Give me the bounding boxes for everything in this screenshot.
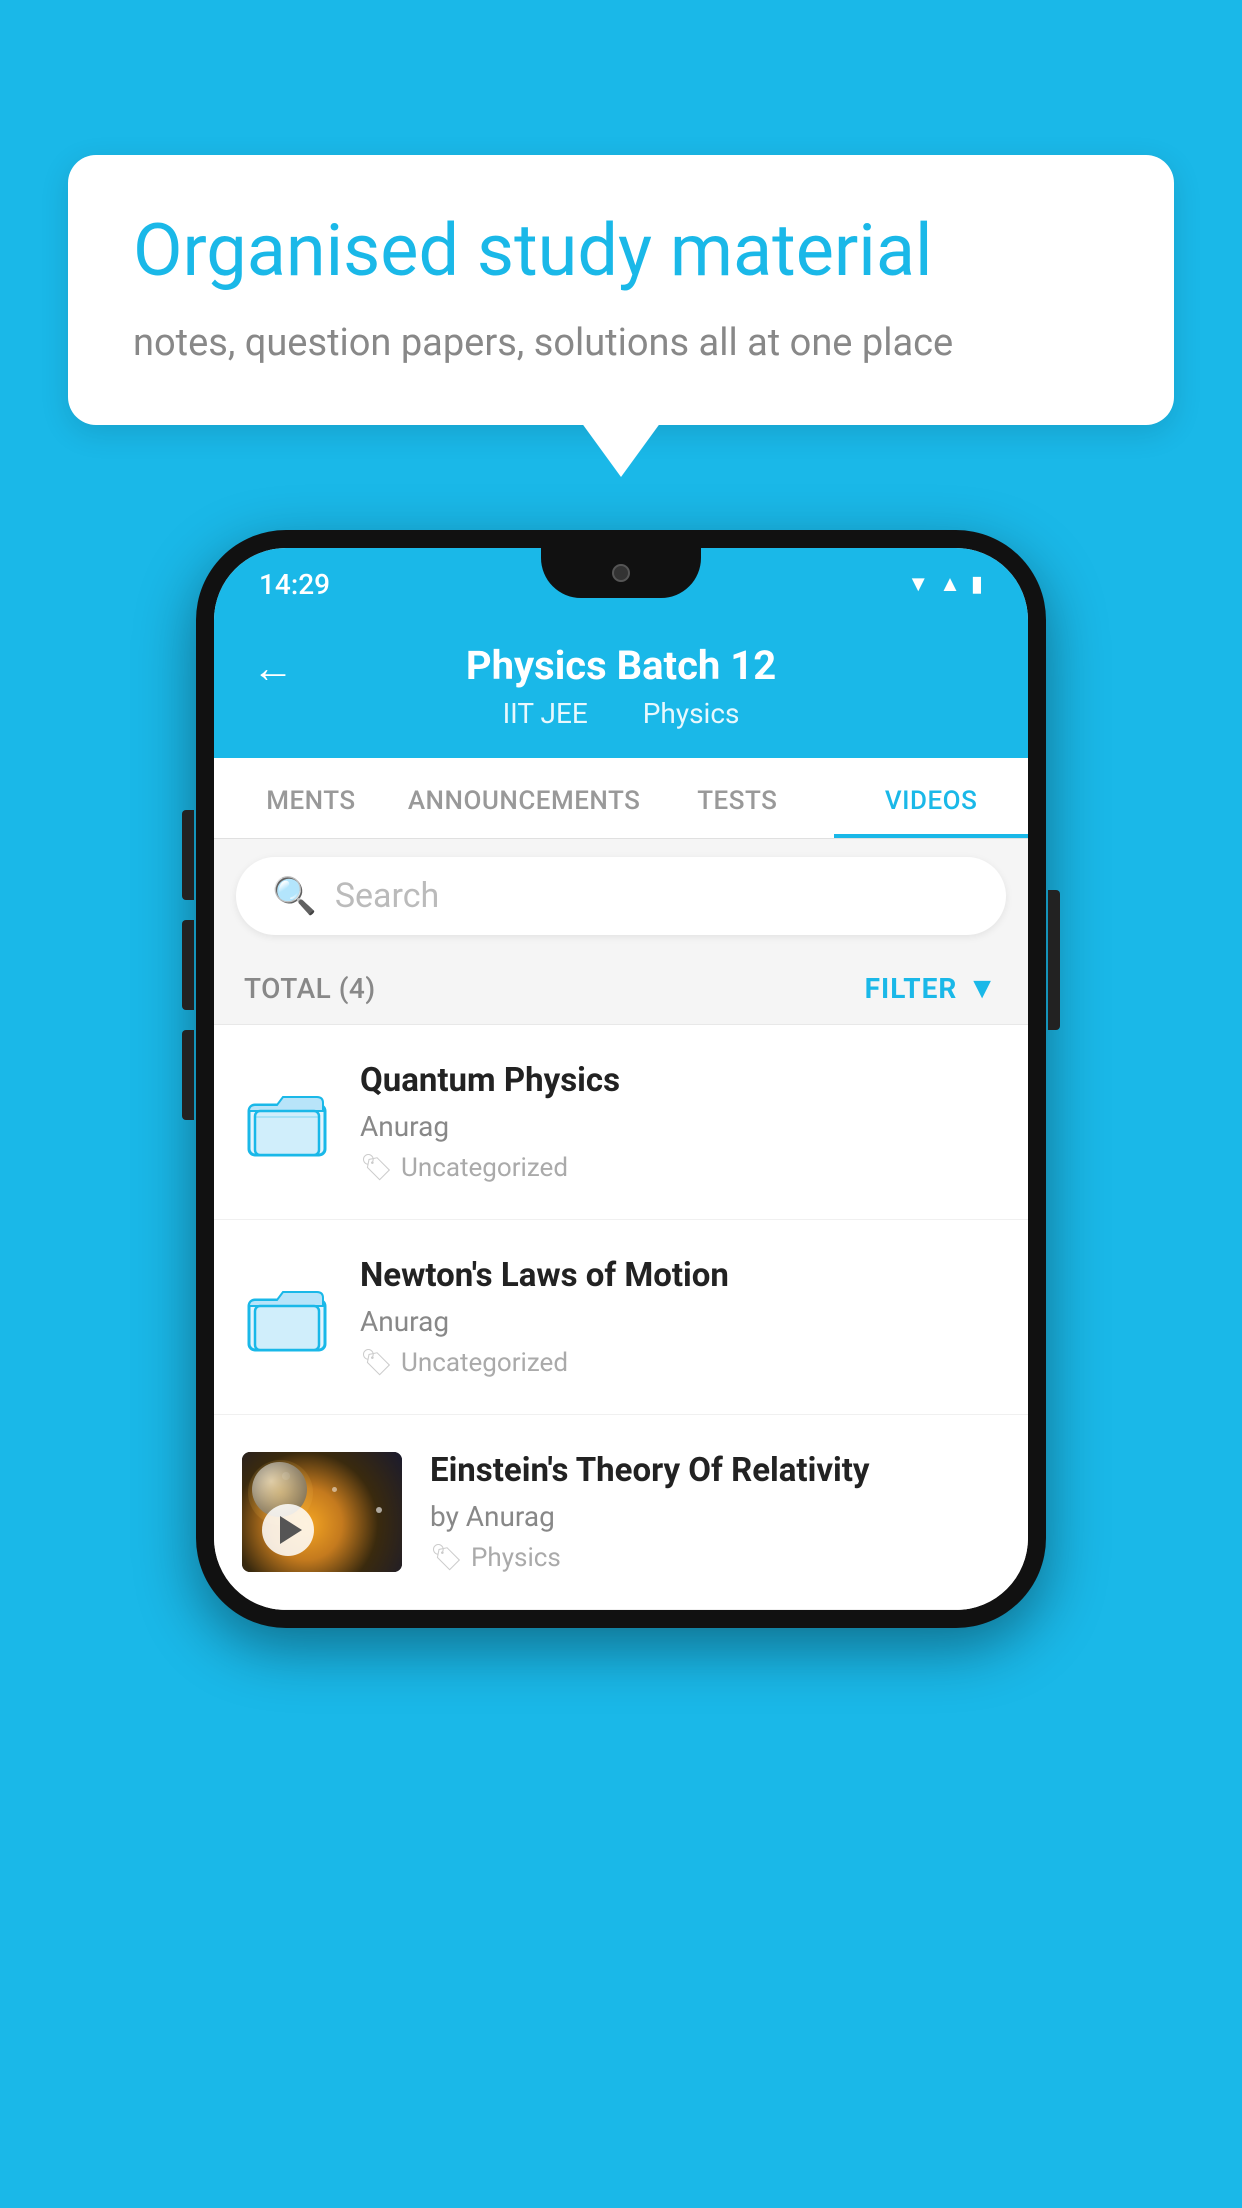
- search-placeholder: Search: [335, 876, 439, 916]
- video-tag: 🏷 Uncategorized: [360, 1153, 1000, 1183]
- thumb-background: [242, 1452, 402, 1572]
- phone-screen: 14:29 ▼ ▲ ▮ ← Physics Batch 12 IIT JEE P…: [214, 548, 1028, 1610]
- notch: [541, 548, 701, 598]
- list-item[interactable]: Quantum Physics Anurag 🏷 Uncategorized: [214, 1025, 1028, 1220]
- tag-label: Uncategorized: [401, 1348, 568, 1378]
- folder-icon-wrap: [242, 1077, 332, 1167]
- subtitle-iitjee: IIT JEE: [503, 697, 588, 730]
- tag-label: Uncategorized: [401, 1153, 568, 1183]
- folder-icon-container: [242, 1257, 332, 1377]
- tab-videos[interactable]: VIDEOS: [834, 758, 1028, 838]
- battery-icon: ▮: [971, 572, 983, 597]
- video-info: Quantum Physics Anurag 🏷 Uncategorized: [360, 1061, 1000, 1183]
- wifi-icon: ▼: [907, 571, 929, 597]
- back-button[interactable]: ←: [252, 644, 294, 693]
- tab-tests[interactable]: TESTS: [640, 758, 834, 838]
- video-thumbnail: [242, 1452, 402, 1572]
- tag-label: Physics: [471, 1543, 561, 1573]
- camera-dot: [612, 564, 630, 582]
- video-author: Anurag: [360, 1110, 1000, 1143]
- video-title: Einstein's Theory Of Relativity: [430, 1451, 1000, 1490]
- filter-button[interactable]: FILTER ▼: [865, 971, 998, 1006]
- tab-bar: MENTS ANNOUNCEMENTS TESTS VIDEOS: [214, 758, 1028, 839]
- filter-label: FILTER: [865, 972, 958, 1005]
- video-author: Anurag: [360, 1305, 1000, 1338]
- status-icons: ▼ ▲ ▮: [907, 571, 983, 597]
- search-icon: 🔍: [272, 875, 317, 917]
- video-tag: 🏷 Uncategorized: [360, 1348, 1000, 1378]
- tab-announcements[interactable]: ANNOUNCEMENTS: [408, 758, 641, 838]
- filter-bar: TOTAL (4) FILTER ▼: [214, 953, 1028, 1025]
- list-item[interactable]: Einstein's Theory Of Relativity by Anura…: [214, 1415, 1028, 1610]
- video-title: Newton's Laws of Motion: [360, 1256, 1000, 1295]
- folder-icon: [247, 1087, 327, 1157]
- bubble-title: Organised study material: [133, 210, 1109, 293]
- list-item[interactable]: Newton's Laws of Motion Anurag 🏷 Uncateg…: [214, 1220, 1028, 1415]
- search-input-wrap[interactable]: 🔍 Search: [236, 857, 1006, 935]
- app-bar: ← Physics Batch 12 IIT JEE Physics: [214, 620, 1028, 758]
- star-decoration: [376, 1507, 382, 1513]
- folder-icon: [247, 1282, 327, 1352]
- app-bar-subtitle: IIT JEE Physics: [491, 697, 752, 730]
- video-author: by Anurag: [430, 1500, 1000, 1533]
- tag-icon: 🏷: [430, 1543, 463, 1573]
- phone-body: 14:29 ▼ ▲ ▮ ← Physics Batch 12 IIT JEE P…: [196, 530, 1046, 1628]
- folder-icon-container: [242, 1062, 332, 1182]
- phone-frame: 14:29 ▼ ▲ ▮ ← Physics Batch 12 IIT JEE P…: [196, 530, 1046, 1628]
- video-info: Einstein's Theory Of Relativity by Anura…: [430, 1451, 1000, 1573]
- play-triangle-icon: [280, 1516, 302, 1544]
- video-info: Newton's Laws of Motion Anurag 🏷 Uncateg…: [360, 1256, 1000, 1378]
- tag-icon: 🏷: [360, 1153, 393, 1183]
- video-list: Quantum Physics Anurag 🏷 Uncategorized: [214, 1025, 1028, 1610]
- bubble-subtitle: notes, question papers, solutions all at…: [133, 321, 1109, 365]
- folder-icon-wrap: [242, 1272, 332, 1362]
- subtitle-physics: Physics: [643, 697, 740, 730]
- speech-bubble-card: Organised study material notes, question…: [68, 155, 1174, 425]
- app-bar-title: Physics Batch 12: [466, 642, 776, 689]
- total-count: TOTAL (4): [244, 972, 376, 1005]
- video-tag: 🏷 Physics: [430, 1543, 1000, 1573]
- status-time: 14:29: [259, 568, 330, 601]
- play-button[interactable]: [262, 1504, 314, 1556]
- search-bar-container: 🔍 Search: [214, 839, 1028, 953]
- star-decoration: [332, 1487, 337, 1492]
- filter-funnel-icon: ▼: [967, 971, 998, 1006]
- tag-icon: 🏷: [360, 1348, 393, 1378]
- tab-ments[interactable]: MENTS: [214, 758, 408, 838]
- video-title: Quantum Physics: [360, 1061, 1000, 1100]
- signal-icon: ▲: [939, 571, 961, 597]
- status-bar: 14:29 ▼ ▲ ▮: [214, 548, 1028, 620]
